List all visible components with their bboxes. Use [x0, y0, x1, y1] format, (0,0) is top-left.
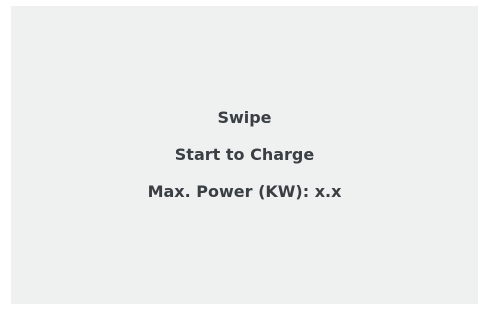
- swipe-prompt: Swipe: [217, 108, 272, 127]
- message-block: Swipe Start to Charge Max. Power (KW): x…: [148, 99, 342, 210]
- max-power-readout: Max. Power (KW): x.x: [147, 182, 342, 201]
- start-charge-prompt: Start to Charge: [174, 145, 315, 164]
- charger-display-screen: Swipe Start to Charge Max. Power (KW): x…: [11, 6, 478, 304]
